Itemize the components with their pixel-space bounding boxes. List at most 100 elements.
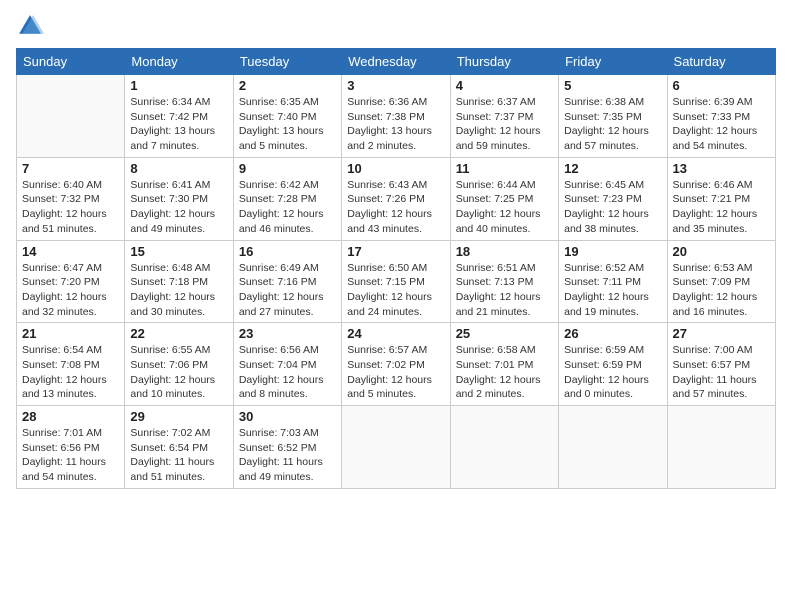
day-number: 29: [130, 409, 227, 424]
sunrise: Sunrise: 6:42 AM: [239, 179, 319, 191]
sunset: Sunset: 7:23 PM: [564, 193, 642, 205]
day-info: Sunrise: 6:45 AM Sunset: 7:23 PM Dayligh…: [564, 178, 661, 237]
daylight: Daylight: 12 hours and 2 minutes.: [456, 374, 541, 401]
sunrise: Sunrise: 6:51 AM: [456, 262, 536, 274]
sunset: Sunset: 7:04 PM: [239, 359, 317, 371]
sunrise: Sunrise: 7:00 AM: [673, 344, 753, 356]
day-info: Sunrise: 6:44 AM Sunset: 7:25 PM Dayligh…: [456, 178, 553, 237]
daylight: Daylight: 12 hours and 54 minutes.: [673, 125, 758, 152]
sunrise: Sunrise: 6:54 AM: [22, 344, 102, 356]
day-number: 22: [130, 326, 227, 341]
day-info: Sunrise: 6:52 AM Sunset: 7:11 PM Dayligh…: [564, 261, 661, 320]
day-number: 30: [239, 409, 336, 424]
day-info: Sunrise: 6:47 AM Sunset: 7:20 PM Dayligh…: [22, 261, 119, 320]
day-info: Sunrise: 6:36 AM Sunset: 7:38 PM Dayligh…: [347, 95, 444, 154]
sunset: Sunset: 7:09 PM: [673, 276, 751, 288]
day-number: 4: [456, 78, 553, 93]
calendar-cell: 28 Sunrise: 7:01 AM Sunset: 6:56 PM Dayl…: [17, 406, 125, 489]
daylight: Daylight: 12 hours and 38 minutes.: [564, 208, 649, 235]
sunset: Sunset: 7:06 PM: [130, 359, 208, 371]
daylight: Daylight: 11 hours and 51 minutes.: [130, 456, 214, 483]
sunrise: Sunrise: 6:48 AM: [130, 262, 210, 274]
daylight: Daylight: 13 hours and 5 minutes.: [239, 125, 324, 152]
day-info: Sunrise: 6:59 AM Sunset: 6:59 PM Dayligh…: [564, 343, 661, 402]
calendar-cell: 24 Sunrise: 6:57 AM Sunset: 7:02 PM Dayl…: [342, 323, 450, 406]
sunset: Sunset: 6:56 PM: [22, 442, 100, 454]
calendar-week-row: 28 Sunrise: 7:01 AM Sunset: 6:56 PM Dayl…: [17, 406, 776, 489]
calendar-cell: 14 Sunrise: 6:47 AM Sunset: 7:20 PM Dayl…: [17, 240, 125, 323]
logo-icon: [16, 12, 44, 40]
day-number: 2: [239, 78, 336, 93]
daylight: Daylight: 12 hours and 32 minutes.: [22, 291, 107, 318]
calendar-week-row: 1 Sunrise: 6:34 AM Sunset: 7:42 PM Dayli…: [17, 75, 776, 158]
day-info: Sunrise: 6:56 AM Sunset: 7:04 PM Dayligh…: [239, 343, 336, 402]
day-of-week-header: Tuesday: [233, 49, 341, 75]
day-info: Sunrise: 6:58 AM Sunset: 7:01 PM Dayligh…: [456, 343, 553, 402]
calendar-cell: [450, 406, 558, 489]
sunrise: Sunrise: 7:03 AM: [239, 427, 319, 439]
calendar-cell: 6 Sunrise: 6:39 AM Sunset: 7:33 PM Dayli…: [667, 75, 775, 158]
daylight: Daylight: 12 hours and 13 minutes.: [22, 374, 107, 401]
sunrise: Sunrise: 6:36 AM: [347, 96, 427, 108]
day-number: 26: [564, 326, 661, 341]
day-number: 6: [673, 78, 770, 93]
calendar-cell: [17, 75, 125, 158]
calendar-cell: 25 Sunrise: 6:58 AM Sunset: 7:01 PM Dayl…: [450, 323, 558, 406]
day-info: Sunrise: 6:51 AM Sunset: 7:13 PM Dayligh…: [456, 261, 553, 320]
calendar-cell: 13 Sunrise: 6:46 AM Sunset: 7:21 PM Dayl…: [667, 157, 775, 240]
calendar-cell: 27 Sunrise: 7:00 AM Sunset: 6:57 PM Dayl…: [667, 323, 775, 406]
sunset: Sunset: 7:15 PM: [347, 276, 425, 288]
calendar-cell: 1 Sunrise: 6:34 AM Sunset: 7:42 PM Dayli…: [125, 75, 233, 158]
day-number: 28: [22, 409, 119, 424]
sunset: Sunset: 7:37 PM: [456, 111, 534, 123]
day-info: Sunrise: 7:01 AM Sunset: 6:56 PM Dayligh…: [22, 426, 119, 485]
daylight: Daylight: 12 hours and 46 minutes.: [239, 208, 324, 235]
sunrise: Sunrise: 6:40 AM: [22, 179, 102, 191]
daylight: Daylight: 12 hours and 24 minutes.: [347, 291, 432, 318]
day-number: 8: [130, 161, 227, 176]
day-info: Sunrise: 6:35 AM Sunset: 7:40 PM Dayligh…: [239, 95, 336, 154]
day-number: 18: [456, 244, 553, 259]
calendar-week-row: 21 Sunrise: 6:54 AM Sunset: 7:08 PM Dayl…: [17, 323, 776, 406]
daylight: Daylight: 12 hours and 35 minutes.: [673, 208, 758, 235]
sunset: Sunset: 7:11 PM: [564, 276, 641, 288]
day-info: Sunrise: 6:46 AM Sunset: 7:21 PM Dayligh…: [673, 178, 770, 237]
daylight: Daylight: 12 hours and 49 minutes.: [130, 208, 215, 235]
daylight: Daylight: 12 hours and 5 minutes.: [347, 374, 432, 401]
day-info: Sunrise: 6:54 AM Sunset: 7:08 PM Dayligh…: [22, 343, 119, 402]
day-info: Sunrise: 7:00 AM Sunset: 6:57 PM Dayligh…: [673, 343, 770, 402]
sunset: Sunset: 7:08 PM: [22, 359, 100, 371]
day-of-week-header: Friday: [559, 49, 667, 75]
sunrise: Sunrise: 6:57 AM: [347, 344, 427, 356]
day-number: 19: [564, 244, 661, 259]
sunrise: Sunrise: 6:53 AM: [673, 262, 753, 274]
calendar-cell: 3 Sunrise: 6:36 AM Sunset: 7:38 PM Dayli…: [342, 75, 450, 158]
sunset: Sunset: 7:32 PM: [22, 193, 100, 205]
day-info: Sunrise: 7:02 AM Sunset: 6:54 PM Dayligh…: [130, 426, 227, 485]
calendar-cell: 16 Sunrise: 6:49 AM Sunset: 7:16 PM Dayl…: [233, 240, 341, 323]
sunset: Sunset: 7:38 PM: [347, 111, 425, 123]
calendar-cell: 22 Sunrise: 6:55 AM Sunset: 7:06 PM Dayl…: [125, 323, 233, 406]
sunrise: Sunrise: 6:38 AM: [564, 96, 644, 108]
sunrise: Sunrise: 6:41 AM: [130, 179, 210, 191]
calendar-cell: 7 Sunrise: 6:40 AM Sunset: 7:32 PM Dayli…: [17, 157, 125, 240]
day-info: Sunrise: 6:43 AM Sunset: 7:26 PM Dayligh…: [347, 178, 444, 237]
sunset: Sunset: 7:35 PM: [564, 111, 642, 123]
page-container: SundayMondayTuesdayWednesdayThursdayFrid…: [0, 0, 792, 497]
daylight: Daylight: 12 hours and 51 minutes.: [22, 208, 107, 235]
calendar-cell: 23 Sunrise: 6:56 AM Sunset: 7:04 PM Dayl…: [233, 323, 341, 406]
day-info: Sunrise: 6:50 AM Sunset: 7:15 PM Dayligh…: [347, 261, 444, 320]
calendar-cell: 11 Sunrise: 6:44 AM Sunset: 7:25 PM Dayl…: [450, 157, 558, 240]
day-info: Sunrise: 6:48 AM Sunset: 7:18 PM Dayligh…: [130, 261, 227, 320]
sunset: Sunset: 7:21 PM: [673, 193, 751, 205]
sunrise: Sunrise: 6:58 AM: [456, 344, 536, 356]
day-of-week-header: Monday: [125, 49, 233, 75]
sunset: Sunset: 7:18 PM: [130, 276, 208, 288]
day-number: 27: [673, 326, 770, 341]
sunset: Sunset: 6:54 PM: [130, 442, 208, 454]
sunrise: Sunrise: 6:59 AM: [564, 344, 644, 356]
day-info: Sunrise: 6:34 AM Sunset: 7:42 PM Dayligh…: [130, 95, 227, 154]
calendar-cell: 29 Sunrise: 7:02 AM Sunset: 6:54 PM Dayl…: [125, 406, 233, 489]
day-number: 7: [22, 161, 119, 176]
sunset: Sunset: 7:30 PM: [130, 193, 208, 205]
